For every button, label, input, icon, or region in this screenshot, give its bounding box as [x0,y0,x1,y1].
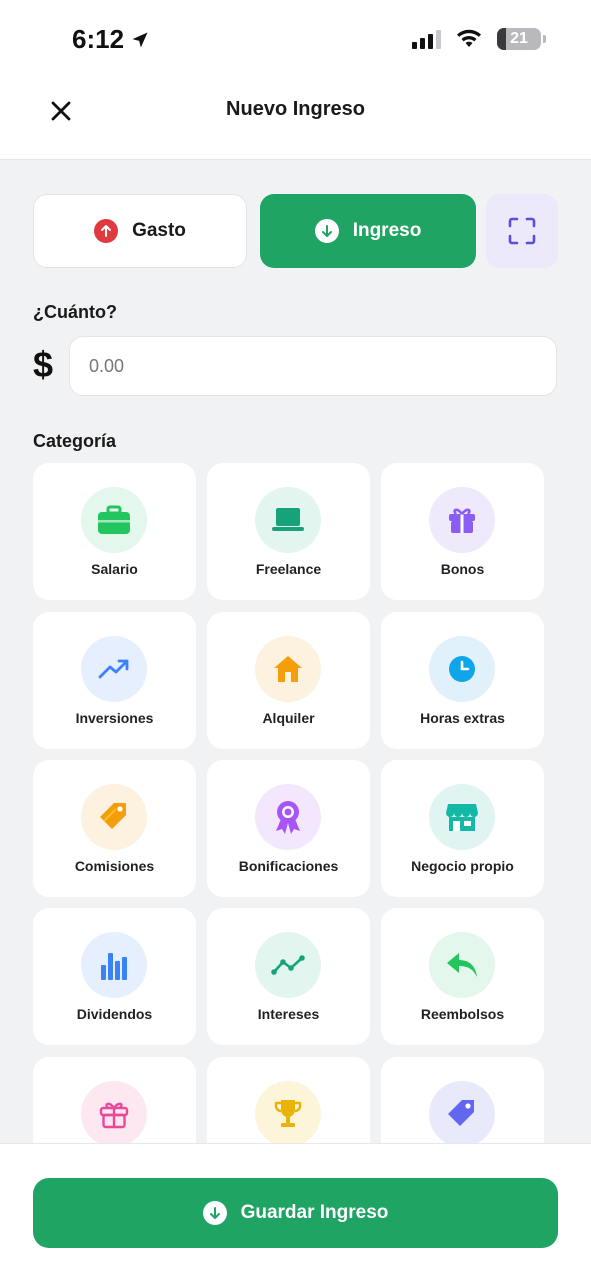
category-card-horas-extras[interactable]: Horas extras [381,612,544,749]
category-card-trophy[interactable] [207,1057,370,1143]
currency-symbol: $ [33,344,54,385]
category-card-label: Salario [91,561,138,577]
arrow-down-circle-icon [314,219,339,243]
amount-input[interactable] [69,336,557,396]
category-card-tag[interactable] [381,1057,544,1143]
line-chart-icon [255,932,321,998]
category-card-comisiones[interactable]: Comisiones [33,760,196,897]
home-icon [255,636,321,702]
status-indicators: 21 [412,28,546,50]
clock-icon [429,636,495,702]
scan-frame-icon [508,217,536,245]
wifi-icon [457,29,481,47]
category-card-label: Negocio propio [411,858,514,874]
category-card-inversiones[interactable]: Inversiones [33,612,196,749]
income-label: Ingreso [352,220,422,241]
gift-icon [429,487,495,553]
save-button-label: Guardar Ingreso [240,1202,389,1223]
tag-icon [81,784,147,850]
bottom-action-bar: Guardar Ingreso [0,1143,591,1280]
award-icon [255,784,321,850]
category-card-alquiler[interactable]: Alquiler [207,612,370,749]
reply-icon [429,932,495,998]
briefcase-icon [81,487,147,553]
clock-text: 6:12 [72,24,125,54]
battery-icon: 21 [497,28,546,50]
store-icon [429,784,495,850]
category-card-label: Dividendos [76,1006,153,1022]
cellular-signal-icon [412,29,441,49]
category-card-gift[interactable] [33,1057,196,1143]
arrow-up-circle-icon [94,219,119,243]
category-card-label: Horas extras [420,710,505,726]
category-card-bonificaciones[interactable]: Bonificaciones [207,760,370,897]
income-tab[interactable]: Ingreso [260,194,476,268]
expense-label: Gasto [132,220,186,241]
bar-chart-icon [81,932,147,998]
battery-level: 21 [510,30,528,47]
category-card-intereses[interactable]: Intereses [207,908,370,1045]
category-card-label: Comisiones [74,858,155,874]
category-grid: Salario Freelance Bonos Inversiones Alqu… [33,463,545,1143]
category-card-freelance[interactable]: Freelance [207,463,370,600]
category-card-label: Reembolsos [420,1006,505,1022]
category-card-label: Inversiones [75,710,154,726]
gift-outline-icon [81,1081,147,1143]
laptop-icon [255,487,321,553]
category-card-negocio-propio[interactable]: Negocio propio [381,760,544,897]
trophy-icon [255,1081,321,1143]
category-card-label: Bonos [440,561,485,577]
status-time: 6:12 [72,24,150,55]
location-arrow-icon [132,32,148,47]
category-card-label: Alquiler [262,710,315,726]
transaction-type-toggle: Gasto Ingreso [33,194,558,270]
trending-up-icon [81,636,147,702]
page-title: Nuevo Ingreso [226,98,365,120]
tag-icon [429,1081,495,1143]
category-card-salario[interactable]: Salario [33,463,196,600]
category-card-label: Intereses [257,1006,320,1022]
status-bar: 6:12 21 [0,0,591,80]
category-label: Categoría [33,431,117,451]
save-income-button[interactable]: Guardar Ingreso [33,1178,558,1248]
category-card-dividendos[interactable]: Dividendos [33,908,196,1045]
category-card-label: Bonificaciones [238,858,339,874]
expense-tab[interactable]: Gasto [33,194,247,268]
header: Nuevo Ingreso [0,80,591,160]
scan-receipt-button[interactable] [486,194,558,268]
category-card-reembolsos[interactable]: Reembolsos [381,908,544,1045]
category-card-bonos[interactable]: Bonos [381,463,544,600]
arrow-down-circle-icon [202,1201,227,1225]
amount-label: ¿Cuánto? [33,302,117,322]
category-card-label: Freelance [255,561,322,577]
